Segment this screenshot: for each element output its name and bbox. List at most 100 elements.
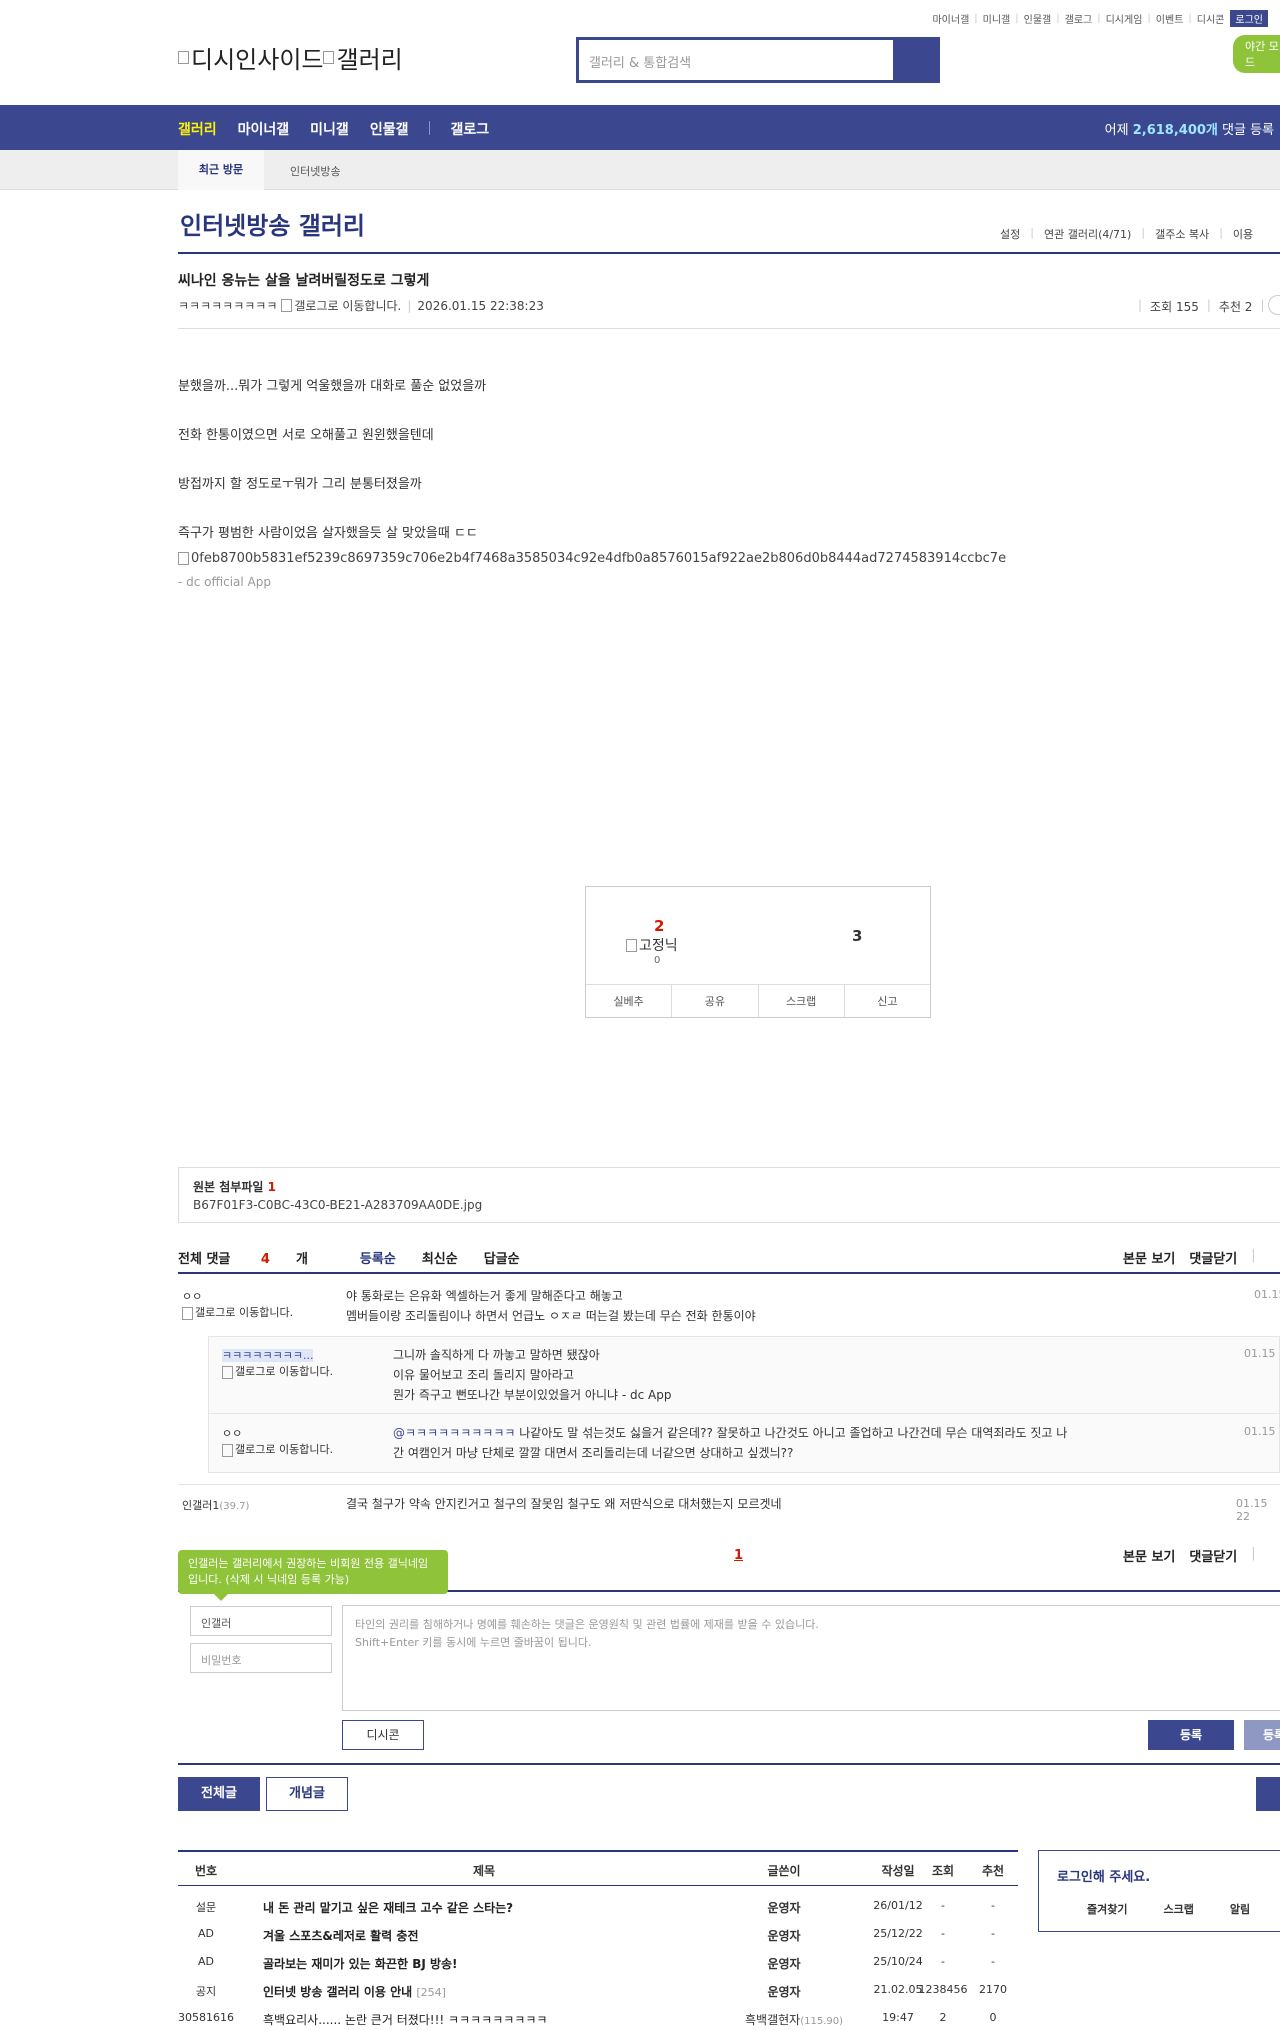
row-subject[interactable]: 골라보는 재미가 있는 화끈한 BJ 방송! <box>263 1955 458 1972</box>
post-author[interactable]: ㅋㅋㅋㅋㅋㅋㅋㅋㅋ <box>178 297 277 314</box>
comment-page-number[interactable]: 1 <box>734 1548 743 1563</box>
gallog-link[interactable]: 갤로그로 이동합니다. <box>235 1443 333 1456</box>
attachment-file[interactable]: B67F01F3-C0BC-43C0-BE21-A283709AA0DE.jpg <box>193 1198 482 1212</box>
row-writer[interactable]: 운영자 <box>734 1927 834 1944</box>
copy-url-link[interactable]: 갤주소 복사 <box>1155 226 1209 242</box>
top-link-game[interactable]: 디시게임 <box>1106 11 1143 26</box>
password-field[interactable]: 비밀번호 <box>190 1643 332 1673</box>
table-row[interactable]: 설문 내 돈 관리 맡기고 싶은 재테크 고수 같은 스타는? 운영자 26/0… <box>178 1892 1018 1920</box>
gallog-link[interactable]: 갤로그로 이동합니다. <box>235 1365 333 1378</box>
comment-text: 결국 철구가 약속 안지킨거고 철구의 잘못임 철구도 왜 저딴식으로 대처했는… <box>346 1497 782 1511</box>
top-link-dccon[interactable]: 디시콘 <box>1197 11 1225 26</box>
stat-suffix: 댓글 등록 <box>1222 123 1274 138</box>
gallog-link[interactable]: 갤로그로 이동합니다. <box>294 297 401 314</box>
related-gallery-link[interactable]: 연관 갤러리(4/71) <box>1044 226 1131 242</box>
reply-author[interactable]: ㅋㅋㅋㅋㅋㅋㅋㅋ... 갤로그로 이동합니다. <box>222 1347 333 1379</box>
attachment-box: 원본 첨부파일 1 B67F01F3-C0BC-43C0-BE21-A28370… <box>178 1167 1280 1223</box>
login-box: 로그인해 주세요. 즐겨찾기 스크랩 알림 <box>1038 1850 1280 1932</box>
row-subject[interactable]: 내 돈 관리 맡기고 싶은 재테크 고수 같은 스타는? <box>263 1899 513 1916</box>
divider: | <box>1251 1546 1256 1561</box>
sort-registered[interactable]: 등록순 <box>360 1248 396 1267</box>
row-writer[interactable]: 운영자 <box>734 1983 834 2000</box>
view-body-button[interactable]: 본문 보기 <box>1123 1546 1175 1565</box>
search-input[interactable]: 갤러리 & 통합검색 <box>579 40 893 80</box>
comment-author[interactable]: 인갤러1(39.7) <box>182 1497 249 1513</box>
divider: | <box>407 298 412 313</box>
tab-concept-posts[interactable]: 개념글 <box>266 1777 348 1811</box>
gnb-item-person[interactable]: 인물갤 <box>370 119 409 139</box>
share-button[interactable]: 공유 <box>672 985 759 1017</box>
downvote-count: 3 <box>852 927 863 945</box>
row-views: 2 <box>939 2011 947 2024</box>
table-row[interactable]: AD 골라보는 재미가 있는 화끈한 BJ 방송! 운영자 25/10/24 -… <box>178 1948 1018 1976</box>
gnb-item-minor[interactable]: 마이너갤 <box>238 119 290 139</box>
dccon-button[interactable]: 디시콘 <box>342 1720 424 1750</box>
submit-recommend-button[interactable]: 등록 <box>1244 1720 1280 1750</box>
notification-link[interactable]: 알림 <box>1230 1901 1250 1917</box>
table-row[interactable]: 공지 인터넷 방송 갤러리 이용 안내 [254] 운영자 21.02.05 1… <box>178 1976 1018 2004</box>
submit-button[interactable]: 등록 <box>1148 1720 1234 1750</box>
fixed-nick-recommend[interactable]: 고정닉 <box>626 935 678 955</box>
gallery-title[interactable]: 인터넷방송 갤러리 <box>180 206 365 241</box>
comment-author[interactable]: ㅇㅇ 갤로그로 이동합니다. <box>182 1288 293 1320</box>
report-button[interactable]: 신고 <box>845 985 930 1017</box>
gnb-item-mini[interactable]: 미니갤 <box>310 119 349 139</box>
reply-line: @ㅋㅋㅋㅋㅋㅋㅋㅋㅋㅋ 나같아도 말 섞는것도 싫을거 같은데?? 잘못하고 나… <box>393 1423 1173 1443</box>
site-logo[interactable]: 디시인사이드 갤러리 <box>178 40 403 75</box>
comments-controls: 본문 보기 댓글닫기 | <box>1123 1248 1270 1267</box>
best-recommend-button[interactable]: 실베추 <box>586 985 673 1017</box>
login-button[interactable]: 로그인 <box>1230 10 1268 27</box>
view-body-button[interactable]: 본문 보기 <box>1123 1248 1175 1267</box>
login-prompt[interactable]: 로그인해 주세요. <box>1057 1866 1150 1885</box>
post-image[interactable]: 0feb8700b5831ef5239c8697359c706e2b4f7468… <box>178 551 1006 566</box>
row-writer[interactable]: 운영자 <box>734 1955 834 1972</box>
divider: | <box>974 13 978 24</box>
row-reply-count[interactable]: [254] <box>416 1986 446 1999</box>
usage-link[interactable]: 이용 <box>1233 226 1253 242</box>
comments-count: 4 <box>260 1252 270 1267</box>
broken-image-icon <box>222 1443 233 1457</box>
gnb-item-gallog[interactable]: 갤로그 <box>450 119 489 139</box>
write-button[interactable] <box>1256 1777 1280 1811</box>
night-mode-toggle[interactable]: 야간 모드 <box>1233 35 1280 73</box>
scrap-button[interactable]: 스크랩 <box>759 985 845 1017</box>
gallog-link[interactable]: 갤로그로 이동합니다. <box>195 1306 293 1319</box>
fixed-nick-count: 0 <box>654 955 661 966</box>
search-button[interactable] <box>893 40 937 80</box>
comment-textarea[interactable]: 타인의 권리를 침해하거나 명예를 훼손하는 댓글은 운영원칙 및 관련 법률에… <box>342 1605 1280 1711</box>
scrap-link[interactable]: 스크랩 <box>1163 1901 1193 1917</box>
settings-link[interactable]: 설정 <box>1000 226 1020 242</box>
comment-line: 멤버들이랑 조리돌림이나 하면서 언급노 ㅇㅈㄹ 떠는걸 봤는데 무슨 전화 한… <box>346 1309 756 1323</box>
row-writer[interactable]: 흑백갤현자(115.90) <box>734 2011 854 2028</box>
tab-all-posts[interactable]: 전체글 <box>178 1777 260 1811</box>
top-link-event[interactable]: 이벤트 <box>1156 11 1184 26</box>
sort-reply[interactable]: 답글순 <box>484 1248 520 1267</box>
row-subject[interactable]: 겨울 스포츠&레저로 활력 충전 <box>263 1927 418 1944</box>
gnb-item-gallery[interactable]: 갤러리 <box>178 119 217 139</box>
row-writer[interactable]: 운영자 <box>734 1899 834 1916</box>
sort-latest[interactable]: 최신순 <box>422 1248 458 1267</box>
row-recommend: - <box>991 1899 995 1912</box>
row-subject[interactable]: 인터넷 방송 갤러리 이용 안내 [254] <box>263 1983 446 2000</box>
top-link-mini[interactable]: 미니갤 <box>983 11 1011 26</box>
header-recommend: 추천 <box>981 1864 1005 1878</box>
top-link-person[interactable]: 인물갤 <box>1024 11 1052 26</box>
close-comments-button[interactable]: 댓글닫기 <box>1189 1248 1237 1267</box>
reply-line: 뭔가 즉구고 뻔또나간 부분이있었을거 아니냐 - dc App <box>393 1388 672 1402</box>
gnb-menu: 갤러리 마이너갤 미니갤 인물갤 갤로그 <box>178 119 510 139</box>
table-row[interactable]: 30581616 흑백요리사...... 논란 큰거 터졌다!!! ㅋㅋㅋㅋㅋㅋ… <box>178 2004 1018 2030</box>
logo-sub: 갤러리 <box>336 46 403 74</box>
close-comments-button[interactable]: 댓글닫기 <box>1189 1546 1237 1565</box>
recent-item[interactable]: 인터넷방송 <box>290 163 341 179</box>
nickname-field[interactable]: 인갤러 <box>190 1606 332 1636</box>
favorites-link[interactable]: 즐겨찾기 <box>1087 1901 1127 1917</box>
divider <box>178 1272 1280 1274</box>
row-subject[interactable]: 흑백요리사...... 논란 큰거 터졌다!!! ㅋㅋㅋㅋㅋㅋㅋㅋㅋ <box>263 2011 547 2028</box>
reply-author[interactable]: ㅇㅇ 갤로그로 이동합니다. <box>222 1425 333 1457</box>
reply-mention[interactable]: @ㅋㅋㅋㅋㅋㅋㅋㅋㅋㅋ <box>393 1426 515 1440</box>
gallery-util: 설정 | 연관 갤러리(4/71) | 갤주소 복사 | 이용 <box>1000 226 1263 242</box>
table-row[interactable]: AD 겨울 스포츠&레저로 활력 충전 운영자 25/12/22 - - <box>178 1920 1018 1948</box>
row-recommend: - <box>991 1927 995 1940</box>
top-link-gallog[interactable]: 갤로그 <box>1065 11 1093 26</box>
top-link-minor[interactable]: 마이너갤 <box>932 11 969 26</box>
